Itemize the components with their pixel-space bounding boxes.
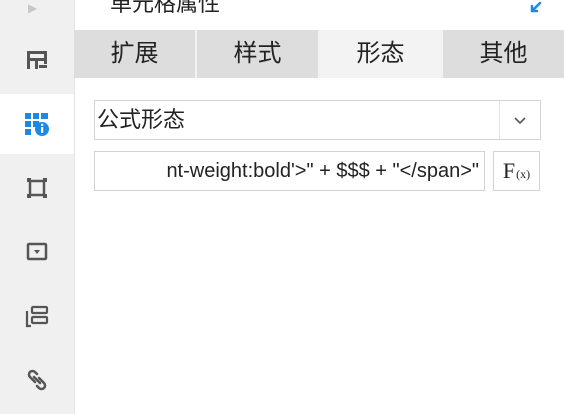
rail-layers-button[interactable]	[0, 286, 74, 346]
fx-icon-main: F	[502, 158, 516, 183]
formula-editor-button[interactable]: F (x)	[493, 151, 540, 191]
rail-link-button[interactable]	[0, 350, 74, 410]
rail-border-button[interactable]	[0, 158, 74, 218]
layers-icon	[25, 305, 49, 328]
state-select[interactable]: 公式形态	[94, 100, 541, 140]
border-frame-icon	[27, 178, 47, 198]
chevron-down-icon[interactable]	[499, 101, 540, 139]
collapse-arrow-icon[interactable]: ▶	[28, 0, 40, 16]
formula-input[interactable]: nt-weight:bold'>" + $$$ + "</span>"	[94, 151, 485, 191]
cell-attributes-icon	[25, 113, 49, 136]
table-icon	[27, 51, 47, 69]
tab-style[interactable]: 样式	[197, 30, 320, 78]
panel-title: 单元格属性	[110, 0, 221, 16]
tab-other[interactable]: 其他	[443, 30, 564, 78]
expand-arrow-icon[interactable]	[530, 0, 544, 18]
side-icon-rail: ▶	[0, 0, 75, 414]
link-icon	[27, 369, 47, 391]
tab-extend[interactable]: 扩展	[74, 30, 197, 78]
formula-input-value: nt-weight:bold'>" + $$$ + "</span>"	[166, 160, 479, 182]
fx-icon-sub: (x)	[516, 166, 531, 181]
tab-form[interactable]: 形态	[320, 30, 443, 78]
rail-table-button[interactable]	[0, 30, 74, 90]
state-select-value: 公式形态	[97, 107, 186, 132]
rail-widget-button[interactable]	[0, 222, 74, 282]
property-tabs: 扩展 样式 形态 其他	[74, 30, 564, 78]
rail-cell-attributes-button[interactable]	[0, 94, 74, 154]
dropdown-widget-icon	[26, 242, 48, 261]
